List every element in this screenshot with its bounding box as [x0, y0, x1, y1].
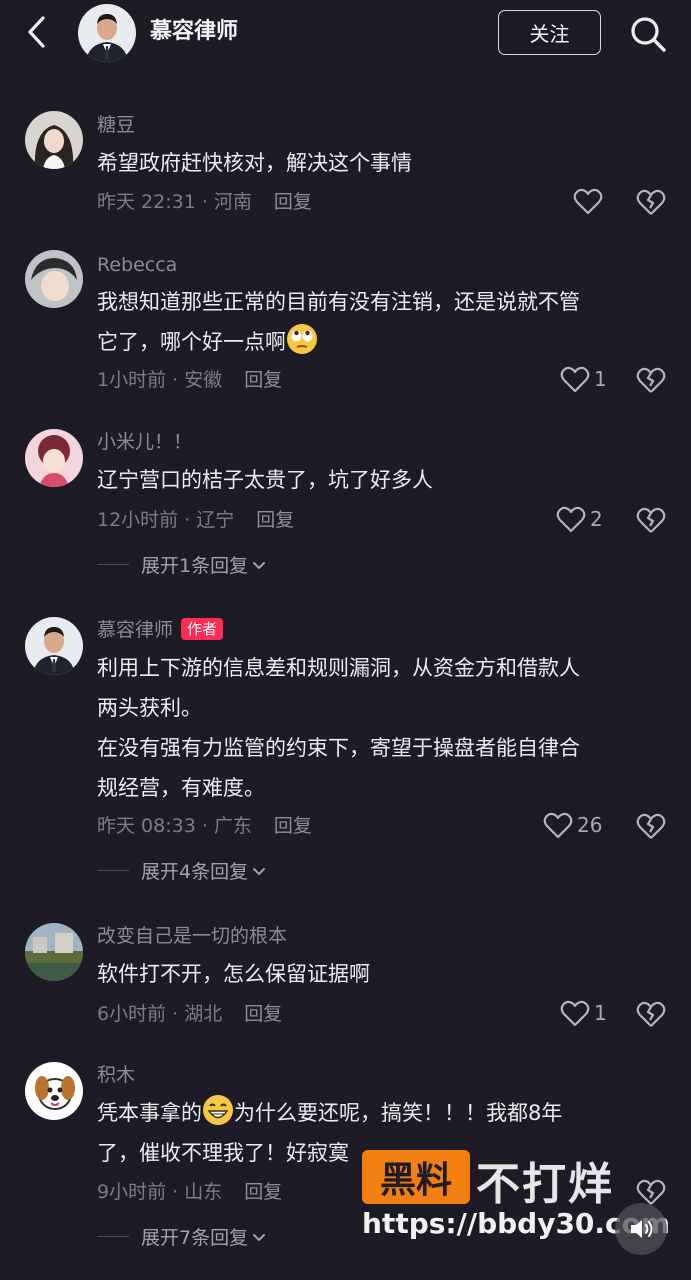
comment-meta: 1小时前 · 安徽 回复	[97, 367, 282, 393]
comment-meta: 6小时前 · 湖北 回复	[97, 1001, 282, 1027]
heart-icon	[543, 812, 573, 839]
rolling-eyes-emoji-icon	[286, 323, 318, 355]
comment-username[interactable]: 积木	[97, 1062, 135, 1088]
comment-text: 希望政府赶快核对，解决这个事情	[97, 143, 657, 183]
heart-icon	[573, 188, 603, 215]
divider	[97, 1236, 129, 1237]
reply-button[interactable]: 回复	[244, 369, 282, 391]
expand-replies-label: 展开7条回复	[141, 1227, 249, 1249]
watermark-logo-text: 不打烊	[476, 1159, 614, 1210]
like-button[interactable]: 1	[560, 365, 607, 393]
search-icon[interactable]	[628, 14, 668, 54]
comment-username[interactable]: 小米儿！！	[97, 429, 192, 455]
comment-text-line: 在没有强有力监管的约束下，寄望于操盘者能自律合	[97, 736, 580, 760]
account-avatar[interactable]	[78, 4, 136, 62]
user-avatar[interactable]	[25, 429, 83, 487]
like-count: 26	[577, 813, 603, 837]
reply-button[interactable]: 回复	[256, 509, 294, 531]
reply-button[interactable]: 回复	[274, 191, 312, 213]
comment-time-location: 12小时前 · 辽宁	[97, 509, 235, 531]
top-bar: 慕容律师 关注	[0, 0, 691, 68]
comment-text: 辽宁营口的桔子太贵了，坑了好多人	[97, 460, 657, 500]
comment-time-location: 9小时前 · 山东	[97, 1181, 223, 1203]
comment-text-line: 凭本事拿的	[97, 1101, 202, 1125]
user-avatar[interactable]	[25, 923, 83, 981]
comment-meta: 昨天 08:33 · 广东 回复	[97, 813, 312, 839]
divider	[97, 870, 129, 871]
user-avatar[interactable]	[25, 250, 83, 308]
expand-replies-button[interactable]: 展开7条回复	[97, 1223, 266, 1250]
comment-text-line: 利用上下游的信息差和规则漏洞，从资金方和借款人	[97, 656, 580, 680]
like-button[interactable]: 26	[543, 811, 602, 839]
broken-heart-icon[interactable]	[636, 811, 666, 841]
grinning-emoji-icon	[202, 1094, 234, 1126]
expand-replies-button[interactable]: 展开4条回复	[97, 857, 266, 884]
back-chevron-icon[interactable]	[22, 14, 54, 50]
like-count: 1	[594, 1001, 607, 1025]
author-badge: 作者	[181, 618, 224, 640]
follow-button[interactable]: 关注	[498, 10, 601, 55]
broken-heart-icon[interactable]	[636, 187, 666, 217]
comment-time-location: 1小时前 · 安徽	[97, 369, 223, 391]
divider	[97, 564, 129, 565]
user-avatar[interactable]	[25, 1062, 83, 1120]
comment-username[interactable]: 糖豆	[97, 112, 135, 138]
heart-icon	[560, 366, 590, 393]
comment-time-location: 昨天 22:31 · 河南	[97, 191, 252, 213]
comment-username[interactable]: Rebecca	[97, 252, 177, 278]
expand-replies-label: 展开4条回复	[141, 861, 249, 883]
like-button[interactable]: 1	[560, 999, 607, 1027]
comment-username[interactable]: 改变自己是一切的根本	[97, 923, 287, 949]
heart-icon	[556, 506, 586, 533]
like-count: 2	[590, 507, 603, 531]
broken-heart-icon[interactable]	[636, 999, 666, 1029]
speaker-icon[interactable]	[615, 1203, 667, 1255]
comment-text-line: 两头获利。	[97, 696, 202, 720]
comment-time-location: 昨天 08:33 · 广东	[97, 815, 252, 837]
comment-meta: 12小时前 · 辽宁 回复	[97, 507, 294, 533]
comment-text: 利用上下游的信息差和规则漏洞，从资金方和借款人 两头获利。 在没有强有力监管的约…	[97, 648, 657, 808]
broken-heart-icon[interactable]	[636, 365, 666, 395]
watermark-logo-box: 黑料	[362, 1150, 470, 1204]
comment-text-line: 规经营，有难度。	[97, 776, 265, 800]
comment-text-line: 它了，哪个好一点啊	[97, 330, 286, 354]
expand-replies-label: 展开1条回复	[141, 555, 249, 577]
comment-meta: 9小时前 · 山东 回复	[97, 1179, 282, 1205]
like-button[interactable]: 2	[556, 505, 603, 533]
user-avatar[interactable]	[25, 111, 83, 169]
like-button[interactable]	[573, 187, 603, 215]
account-name: 慕容律师	[150, 19, 239, 44]
comment-text-line: 希望政府赶快核对，解决这个事情	[97, 151, 412, 175]
reply-button[interactable]: 回复	[244, 1181, 282, 1203]
heart-icon	[560, 1000, 590, 1027]
comment-text-line: 我想知道那些正常的目前有没有注销，还是说就不管	[97, 290, 580, 314]
comment-time-location: 6小时前 · 湖北	[97, 1003, 223, 1025]
chevron-down-icon	[252, 860, 266, 882]
user-avatar[interactable]	[25, 617, 83, 675]
chevron-down-icon	[252, 554, 266, 576]
author-username: 慕容律师	[97, 619, 174, 641]
comment-text-line: 软件打不开，怎么保留证据啊	[97, 962, 370, 986]
reply-button[interactable]: 回复	[274, 815, 312, 837]
chevron-down-icon	[252, 1226, 266, 1248]
comment-username[interactable]: 慕容律师 作者	[97, 617, 224, 643]
comment-text: 我想知道那些正常的目前有没有注销，还是说就不管 它了，哪个好一点啊	[97, 282, 657, 362]
comment-meta: 昨天 22:31 · 河南 回复	[97, 189, 312, 215]
comment-text: 软件打不开，怎么保留证据啊	[97, 954, 657, 994]
like-count: 1	[594, 367, 607, 391]
reply-button[interactable]: 回复	[244, 1003, 282, 1025]
comment-text-line: 为什么要还呢，搞笑！！！我都8年	[234, 1101, 563, 1125]
comment-text-line: 辽宁营口的桔子太贵了，坑了好多人	[97, 468, 433, 492]
expand-replies-button[interactable]: 展开1条回复	[97, 551, 266, 578]
broken-heart-icon[interactable]	[636, 505, 666, 535]
